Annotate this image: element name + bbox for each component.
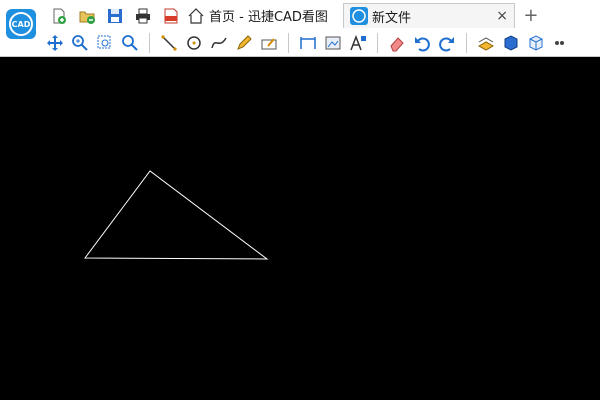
layer-icon — [477, 37, 495, 51]
circle-icon — [187, 36, 201, 50]
export-pdf-icon — [164, 8, 178, 24]
pan-button[interactable] — [44, 32, 66, 54]
more-icon — [555, 41, 564, 45]
tab-new-file-label: 新文件 — [371, 10, 411, 26]
tab-new-file[interactable]: 新文件 × — [342, 3, 515, 28]
line-tool-button[interactable] — [158, 32, 180, 54]
spline-tool-button[interactable] — [208, 32, 230, 54]
spline-icon — [211, 37, 227, 49]
redo-icon — [439, 37, 454, 52]
text-icon — [350, 34, 366, 51]
3d-box-icon — [504, 35, 518, 51]
triangle-shape[interactable] — [84, 170, 269, 260]
cad-app-window: CAD 首页 - 迅捷CAD看图 新文件 × + — [0, 0, 600, 400]
3d-view-icon — [529, 35, 543, 51]
3d-view-button[interactable] — [525, 32, 547, 54]
undo-icon — [415, 37, 430, 52]
cad-logo-icon — [349, 7, 368, 25]
new-tab-button[interactable]: + — [519, 3, 543, 28]
zoom-extents-button[interactable] — [119, 32, 141, 54]
save-button[interactable] — [104, 5, 126, 27]
quick-access-toolbar — [48, 5, 182, 25]
top-bar: CAD 首页 - 迅捷CAD看图 新文件 × + — [0, 0, 600, 57]
drawing-canvas[interactable] — [0, 58, 600, 400]
circle-tool-button[interactable] — [183, 32, 205, 54]
toolbar-separator — [288, 33, 289, 53]
drawing-surface — [84, 170, 269, 260]
save-icon — [108, 9, 122, 23]
open-folder-icon — [79, 11, 95, 24]
tab-home-label: 首页 - 迅捷CAD看图 — [209, 10, 328, 25]
eraser-draw-button[interactable] — [258, 32, 280, 54]
erase-button[interactable] — [386, 32, 408, 54]
measure-area-icon — [325, 36, 341, 50]
home-icon — [188, 7, 204, 24]
tab-home[interactable]: 首页 - 迅捷CAD看图 — [180, 3, 335, 28]
more-tools-button[interactable] — [550, 32, 572, 54]
zoom-in-button[interactable] — [69, 32, 91, 54]
open-file-button[interactable] — [76, 5, 98, 27]
print-button[interactable] — [132, 5, 154, 27]
text-tool-button[interactable] — [347, 32, 369, 54]
tab-strip: 首页 - 迅捷CAD看图 新文件 × + — [180, 3, 543, 28]
toolbar-separator — [466, 33, 467, 53]
zoom-window-icon — [97, 35, 111, 49]
erase-icon — [390, 37, 404, 52]
dimension-icon — [300, 37, 316, 49]
line-icon — [161, 35, 177, 51]
pan-icon — [47, 35, 63, 51]
app-logo-text: CAD — [9, 12, 33, 36]
eraser-draw-icon — [261, 38, 277, 50]
undo-button[interactable] — [411, 32, 433, 54]
app-logo[interactable]: CAD — [6, 9, 36, 39]
export-pdf-button[interactable] — [160, 5, 182, 27]
main-toolbar — [44, 31, 572, 55]
zoom-window-button[interactable] — [94, 32, 116, 54]
measure-area-button[interactable] — [322, 32, 344, 54]
pencil-icon — [237, 35, 252, 50]
layer-button[interactable] — [475, 32, 497, 54]
zoom-extents-icon — [122, 35, 138, 51]
close-tab-icon[interactable]: × — [496, 8, 508, 24]
redo-button[interactable] — [436, 32, 458, 54]
pencil-tool-button[interactable] — [233, 32, 255, 54]
toolbar-separator — [149, 33, 150, 53]
toolbar-separator — [377, 33, 378, 53]
print-icon — [136, 8, 150, 24]
new-file-button[interactable] — [48, 5, 70, 27]
dimension-button[interactable] — [297, 32, 319, 54]
3d-box-button[interactable] — [500, 32, 522, 54]
new-file-icon — [53, 8, 66, 24]
zoom-in-icon — [72, 35, 88, 51]
